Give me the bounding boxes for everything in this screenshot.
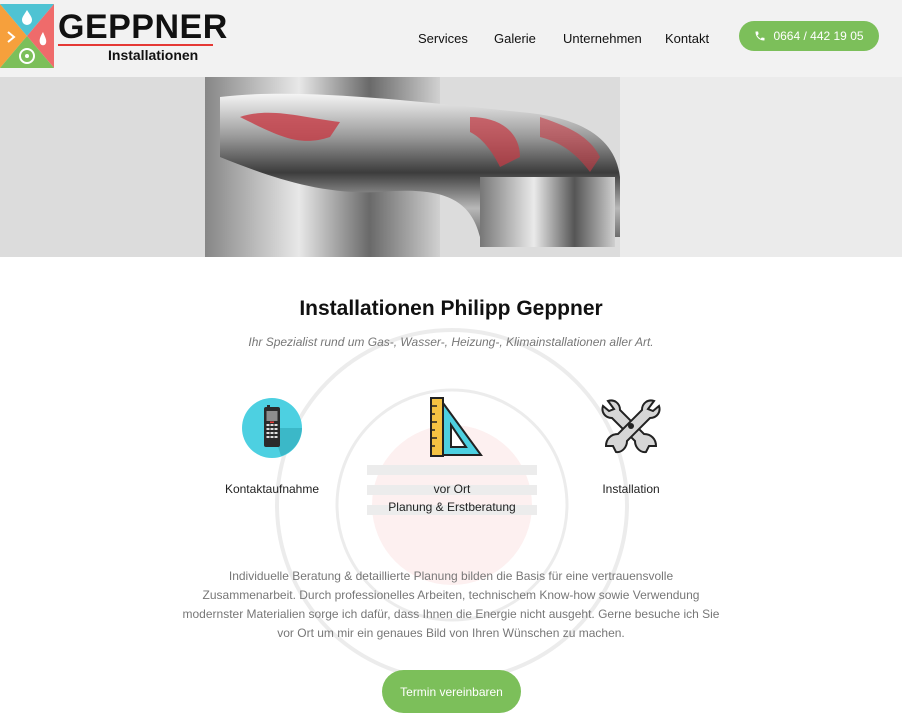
intro-line-4: vor Ort um mir ein genaues Bild von Ihre… <box>277 626 625 640</box>
intro-line-1: Individuelle Beratung & detaillierte Pla… <box>228 569 674 583</box>
intro-paragraph: Individuelle Beratung & detaillierte Pla… <box>176 567 726 643</box>
brand-name: GEPPNER <box>58 8 228 46</box>
feature-label-line2: Planung & Erstberatung <box>388 500 516 514</box>
faucet-illustration <box>0 77 902 257</box>
brand-underline <box>58 44 213 46</box>
ruler-triangle-icon <box>430 397 483 457</box>
feature-label: Installation <box>602 482 660 496</box>
mobile-phone-icon <box>242 398 302 458</box>
nav-services[interactable]: Services <box>418 31 468 46</box>
feature-planung: vor Ort Planung & Erstberatung <box>382 397 522 516</box>
nav-unternehmen[interactable]: Unternehmen <box>563 31 642 46</box>
intro-section: Installationen Philipp Geppner Ihr Spezi… <box>0 257 902 720</box>
appointment-button[interactable]: Termin vereinbaren <box>382 670 521 713</box>
feature-label: Kontaktaufnahme <box>224 482 320 496</box>
hero-faucet-image <box>0 77 902 257</box>
phone-icon <box>755 31 765 41</box>
intro-line-3: modernster Materialien sorge ich dafür, … <box>182 607 720 621</box>
feature-kontaktaufnahme: Kontaktaufnahme <box>222 397 322 498</box>
page-subtitle: Ihr Spezialist rund um Gas-, Wasser-, He… <box>248 335 654 349</box>
page-title: Installationen Philipp Geppner <box>299 297 603 320</box>
brand-logo[interactable]: GEPPNER Installationen <box>0 4 227 70</box>
phone-number: 0664 / 442 19 05 <box>773 29 864 43</box>
logo-mark-icon <box>0 4 54 68</box>
site-header: GEPPNER Installationen Services Galerie … <box>0 0 902 77</box>
feature-label-line1: vor Ort <box>433 482 471 496</box>
feature-installation: Installation <box>596 397 666 498</box>
phone-button[interactable]: 0664 / 442 19 05 <box>739 21 879 51</box>
nav-galerie[interactable]: Galerie <box>494 31 536 46</box>
brand-tagline: Installationen <box>108 47 199 63</box>
feature-label: vor Ort Planung & Erstberatung <box>382 480 522 516</box>
nav-kontakt[interactable]: Kontakt <box>665 31 709 46</box>
wrench-tools-icon <box>601 399 661 454</box>
intro-line-2: Zusammenarbeit. Durch professionelles Ar… <box>202 588 700 602</box>
